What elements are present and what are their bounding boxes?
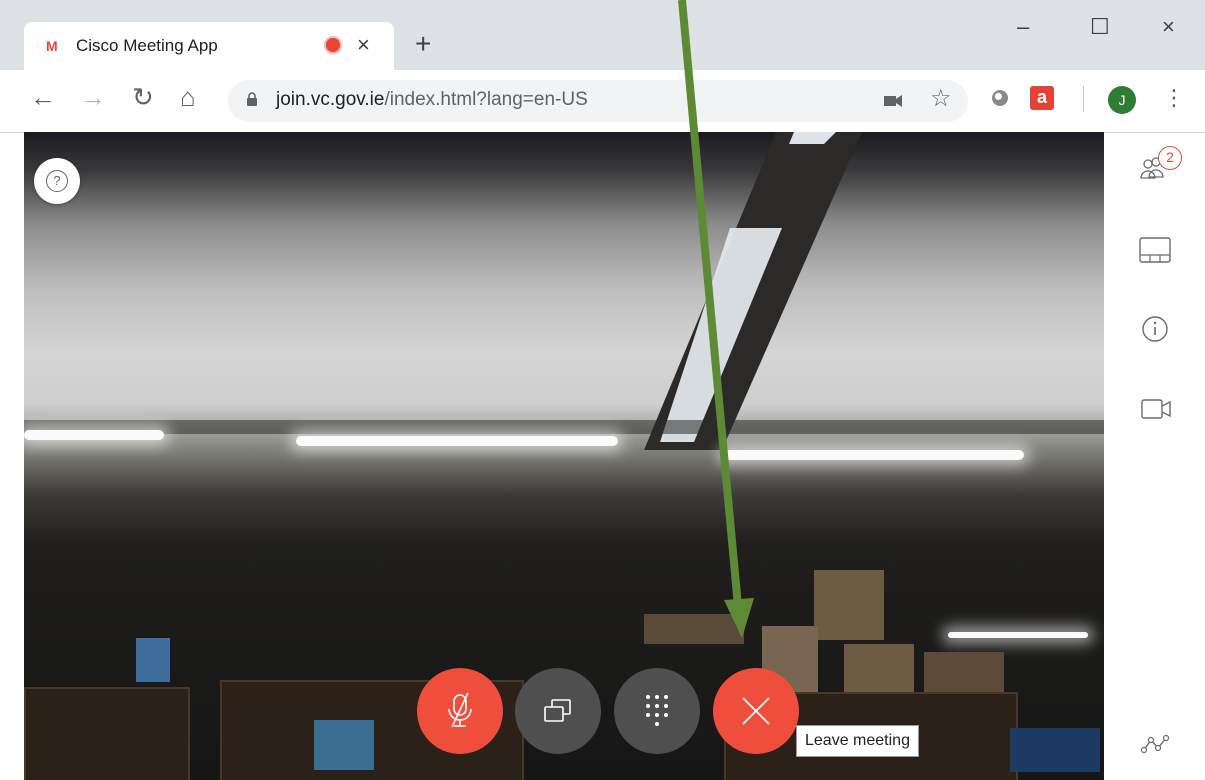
dialpad-button[interactable] xyxy=(614,668,700,754)
video-camera-icon[interactable] xyxy=(1140,396,1174,422)
browser-menu-icon[interactable]: ⋮ xyxy=(1163,84,1185,112)
dialpad-icon xyxy=(646,695,668,726)
screen-share-button[interactable] xyxy=(515,668,601,754)
leave-meeting-button[interactable] xyxy=(713,668,799,754)
cisco-favicon-icon: M xyxy=(46,38,58,54)
minimize-button[interactable]: – xyxy=(1017,16,1029,38)
recording-indicator-icon xyxy=(326,38,340,52)
mute-button[interactable] xyxy=(417,668,503,754)
browser-tab[interactable]: M Cisco Meeting App × xyxy=(24,22,394,70)
mic-muted-icon xyxy=(448,692,472,728)
blue-binder xyxy=(1010,728,1100,772)
tab-strip: M Cisco Meeting App × + – ☐ × xyxy=(0,0,1205,70)
browser-toolbar: ← → ↻ ⌂ join.vc.gov.ie/index.html?lang=e… xyxy=(0,70,1205,133)
ceiling-light xyxy=(724,450,1024,460)
tab-close-button[interactable]: × xyxy=(357,32,370,58)
screen-share-icon xyxy=(544,699,571,722)
url-text: join.vc.gov.ie/index.html?lang=en-US xyxy=(276,89,588,111)
lock-icon xyxy=(247,92,257,106)
leave-meeting-tooltip: Leave meeting xyxy=(796,725,919,757)
back-button[interactable]: ← xyxy=(30,82,56,112)
toolbar-divider xyxy=(1083,86,1084,112)
extension-icon[interactable] xyxy=(992,90,1008,106)
blue-binder xyxy=(314,720,374,770)
url-path: /index.html?lang=en-US xyxy=(384,89,588,110)
new-tab-button[interactable]: + xyxy=(415,30,431,58)
tab-title: Cisco Meeting App xyxy=(76,36,218,55)
help-button[interactable]: ? xyxy=(34,158,80,204)
window-close-button[interactable]: × xyxy=(1162,16,1175,38)
extension-a-icon[interactable]: a xyxy=(1030,86,1054,110)
info-icon[interactable] xyxy=(1140,314,1170,344)
reload-button[interactable]: ↻ xyxy=(132,82,154,112)
camera-in-use-icon[interactable] xyxy=(884,94,904,108)
profile-avatar[interactable]: J xyxy=(1108,86,1136,114)
home-button[interactable]: ⌂ xyxy=(180,82,196,112)
ceiling-light xyxy=(24,430,164,440)
bookmark-star-icon[interactable]: ☆ xyxy=(930,84,952,113)
ceiling-light xyxy=(296,436,618,446)
cardboard-box xyxy=(814,570,884,640)
statistics-icon[interactable] xyxy=(1140,732,1172,756)
forward-button[interactable]: → xyxy=(80,82,106,112)
layout-icon[interactable] xyxy=(1138,236,1172,264)
ceiling-edge xyxy=(24,420,1104,434)
url-host: join.vc.gov.ie xyxy=(276,89,385,110)
maximize-button[interactable]: ☐ xyxy=(1090,16,1110,38)
shelf xyxy=(24,687,190,780)
participant-count-badge: 2 xyxy=(1158,146,1182,170)
blue-binder xyxy=(136,638,170,682)
cardboard-box xyxy=(644,614,744,644)
ceiling-light xyxy=(948,632,1088,638)
address-bar[interactable]: join.vc.gov.ie/index.html?lang=en-US ☆ xyxy=(228,80,968,122)
close-icon xyxy=(742,697,770,725)
question-icon: ? xyxy=(46,169,68,192)
